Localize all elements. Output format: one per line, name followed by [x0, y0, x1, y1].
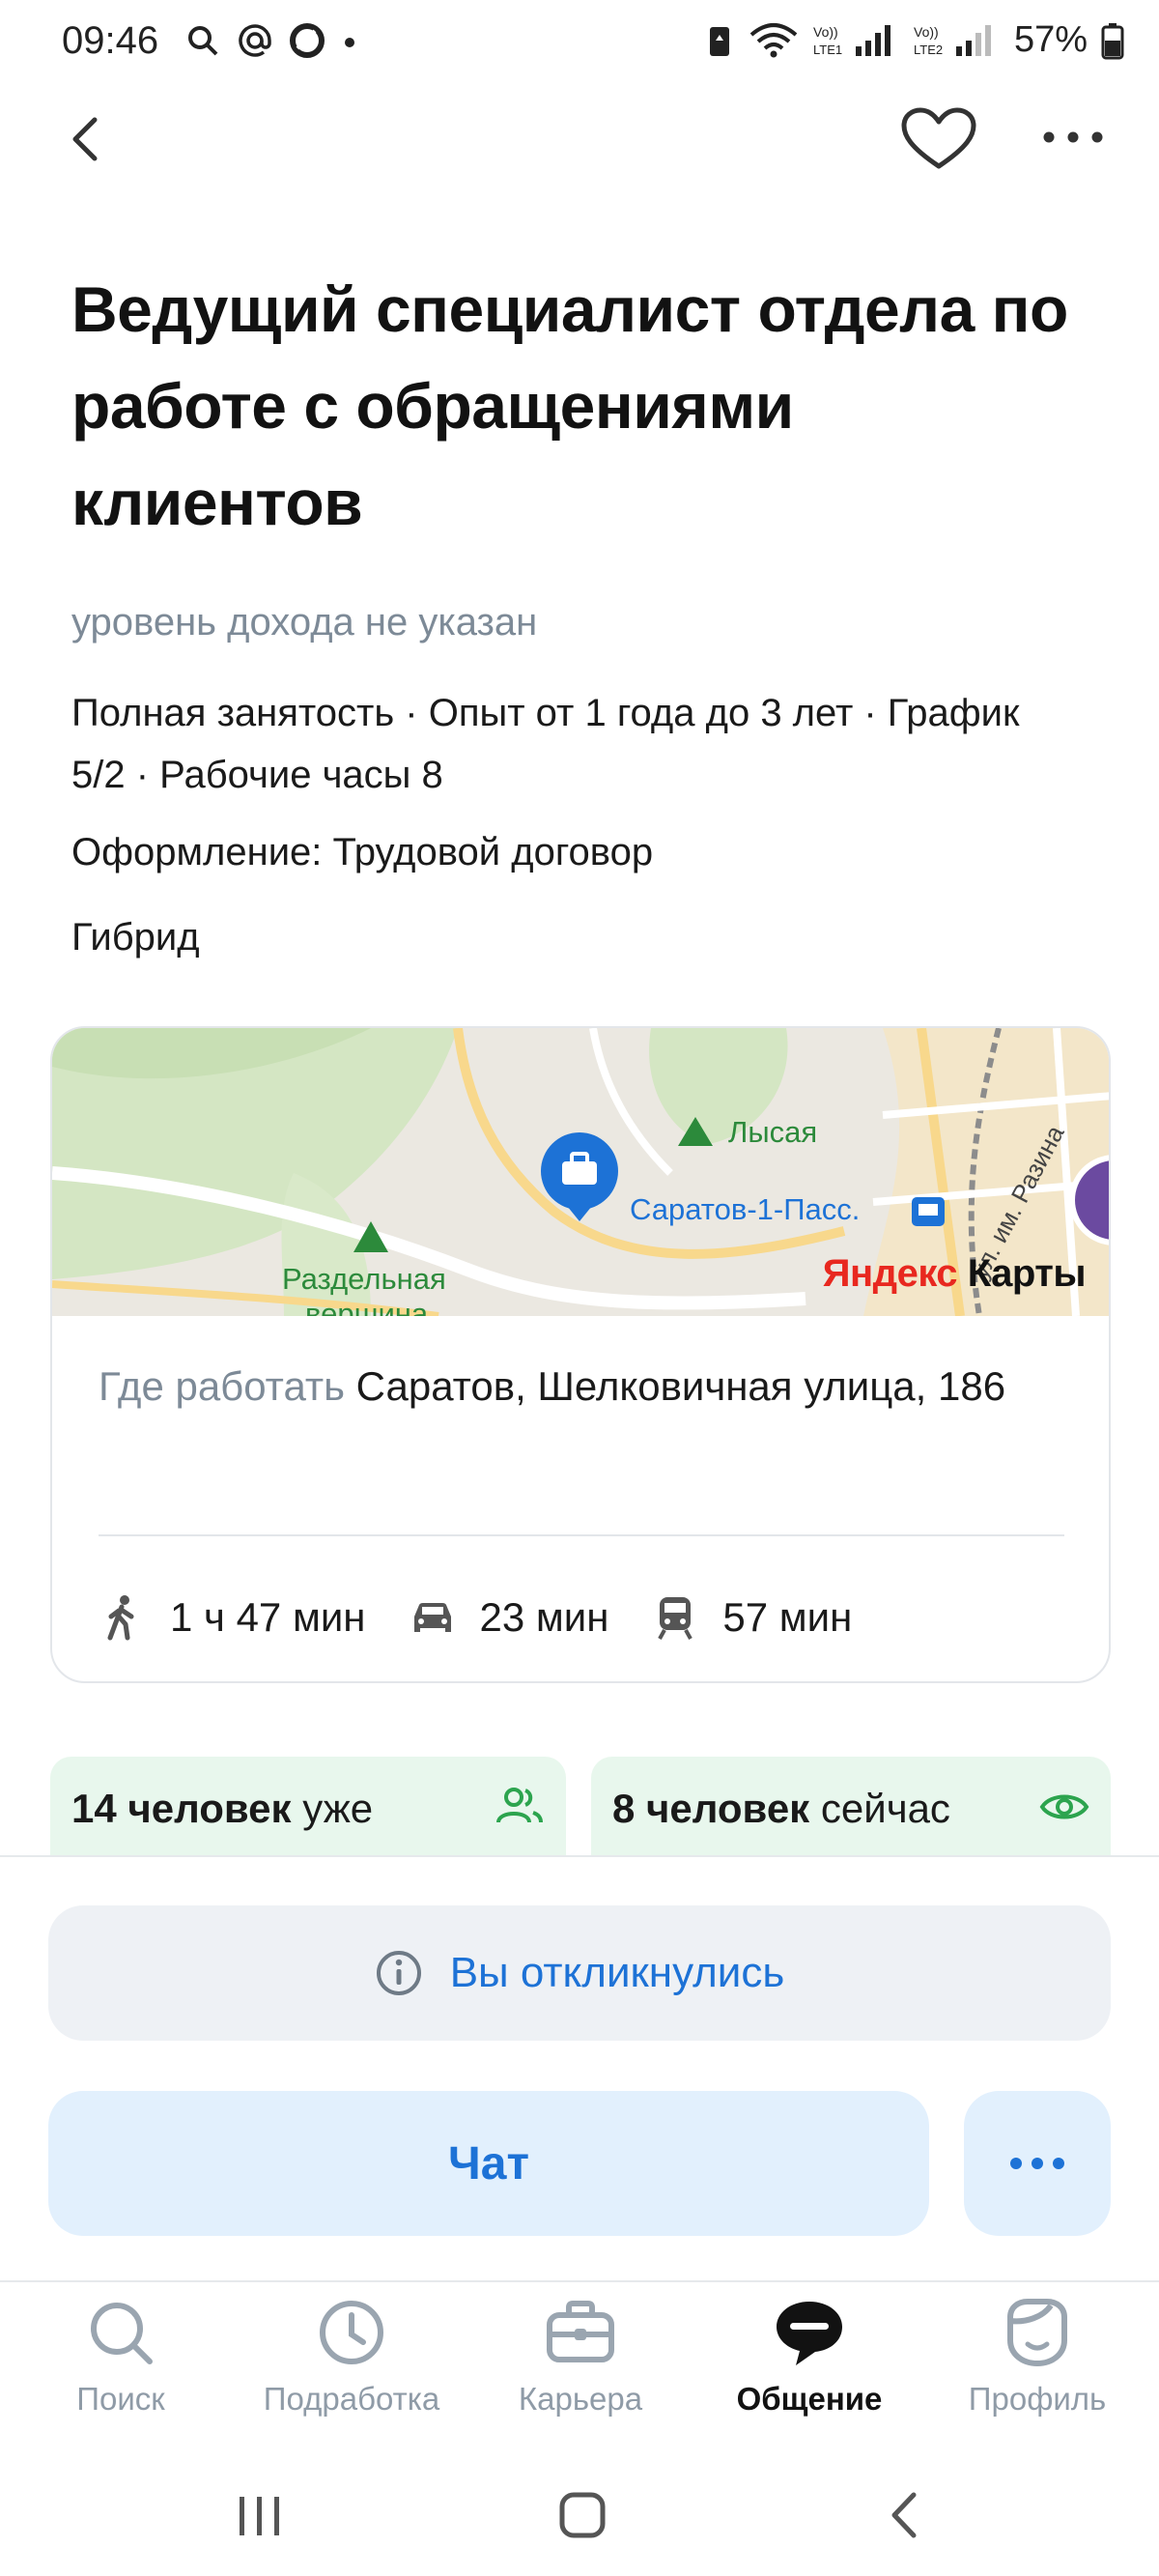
sync-app-icon	[290, 23, 325, 58]
yandex-logo-part2: Карты	[967, 1252, 1087, 1295]
applicants-suffix: уже	[302, 1786, 374, 1831]
info-icon	[376, 1951, 421, 1995]
battery-icon	[1101, 22, 1124, 59]
work-format: Гибрид	[71, 916, 200, 959]
car-icon	[413, 1603, 451, 1632]
top-nav	[0, 97, 1159, 184]
nav-label-side-jobs: Подработка	[263, 2381, 440, 2417]
train-icon	[658, 1597, 693, 1640]
address-value: Саратов, Шелковичная улица, 186	[355, 1363, 1006, 1409]
search-icon	[91, 2303, 153, 2364]
more-options-button[interactable]	[1039, 118, 1107, 157]
status-system-icons: Vo)) LTE1 Vo)) LTE2 57%	[705, 19, 1124, 61]
viewers-suffix: сейчас	[820, 1786, 950, 1831]
travel-times: 1 ч 47 мин 23 мин 57 мин	[99, 1589, 894, 1646]
recent-apps-icon[interactable]	[226, 2481, 294, 2549]
back-button[interactable]	[58, 110, 116, 168]
nav-item-profile[interactable]: Профиль	[931, 2296, 1144, 2441]
travel-walk: 1 ч 47 мин	[99, 1593, 409, 1642]
address-label: Где работать	[99, 1363, 345, 1409]
nav-item-career[interactable]: Карьера	[474, 2296, 687, 2441]
nav-label-messages: Общение	[736, 2381, 883, 2417]
battery-percent: 57%	[1013, 19, 1088, 60]
users-icon	[496, 1788, 543, 1823]
eye-icon	[1039, 1794, 1089, 1819]
divider	[99, 1534, 1064, 1536]
system-nav-bar	[0, 2454, 1159, 2576]
nav-label-search: Поиск	[76, 2381, 165, 2417]
more-horizontal-icon	[1010, 2158, 1064, 2169]
map-label-peak-2-line2: вершина	[305, 1297, 429, 1316]
walk-time: 1 ч 47 мин	[170, 1594, 366, 1640]
map-preview[interactable]: Лысая Раздельная вершина Саратов-1-Пасс.…	[52, 1028, 1109, 1316]
chat-button[interactable]: Чат	[48, 2091, 929, 2236]
signal-sim1-icon: Vo)) LTE1	[813, 24, 890, 57]
viewers-text: 8 человек сейчас	[612, 1786, 950, 1832]
applicants-text: 14 человек уже	[71, 1786, 373, 1832]
battery-saver-icon	[709, 26, 729, 56]
salary-text: уровень дохода не указан	[71, 601, 538, 644]
nav-label-profile: Профиль	[968, 2381, 1107, 2417]
at-sign-icon	[239, 24, 271, 57]
responded-button[interactable]: Вы откликнулись	[48, 1905, 1111, 2041]
viewers-count: 8 человек	[612, 1786, 810, 1831]
walking-icon	[107, 1595, 134, 1641]
status-bar: 09:46 Vo)) LTE1 Vo)) LTE2 57%	[0, 0, 1159, 87]
svg-text:LTE1: LTE1	[813, 43, 842, 57]
applicants-count: 14 человек	[71, 1786, 292, 1831]
briefcase-icon	[547, 2301, 614, 2362]
bottom-nav: Поиск Подработка Карьера Общение Профиль	[0, 2280, 1159, 2454]
map-label-peak: Лысая	[728, 1115, 818, 1149]
location-card[interactable]: Лысая Раздельная вершина Саратов-1-Пасс.…	[50, 1026, 1111, 1683]
nav-item-search[interactable]: Поиск	[14, 2296, 227, 2441]
work-address: Где работать Саратов, Шелковичная улица,…	[99, 1357, 1074, 1417]
search-notification-icon	[188, 26, 218, 56]
car-time: 23 мин	[479, 1594, 609, 1640]
travel-transit: 57 мин	[651, 1593, 894, 1642]
transit-time: 57 мин	[722, 1594, 853, 1640]
responded-label: Вы откликнулись	[449, 1949, 785, 1996]
action-panel: Вы откликнулись Чат	[0, 1855, 1159, 2280]
job-title: Ведущий специалист отдела по работе с об…	[71, 273, 1068, 538]
more-actions-button[interactable]	[964, 2091, 1111, 2236]
status-notification-icons	[184, 21, 359, 60]
svg-text:Vo)): Vo))	[914, 24, 939, 40]
favorite-button[interactable]	[900, 106, 977, 174]
job-details: Полная занятость · Опыт от 1 года до 3 л…	[71, 692, 1020, 796]
profile-icon	[1007, 2299, 1067, 2367]
status-time: 09:46	[62, 19, 159, 62]
nav-item-messages[interactable]: Общение	[703, 2296, 916, 2441]
signal-sim2-icon: Vo)) LTE2	[914, 24, 991, 57]
travel-car: 23 мин	[409, 1593, 652, 1642]
svg-text:Vo)): Vo))	[813, 24, 838, 40]
home-icon[interactable]	[549, 2481, 616, 2549]
wifi-icon	[749, 22, 798, 57]
contract-type: Оформление: Трудовой договор	[71, 831, 654, 873]
yandex-logo-part1: Яндекс	[822, 1252, 958, 1295]
map-label-peak-2: Раздельная	[282, 1262, 446, 1296]
clock-icon	[320, 2301, 383, 2364]
chat-icon	[777, 2302, 842, 2365]
yandex-maps-logo: Яндекс Карты	[822, 1252, 1087, 1296]
nav-item-side-jobs[interactable]: Подработка	[245, 2296, 458, 2441]
nav-label-career: Карьера	[518, 2381, 643, 2417]
svg-text:LTE2: LTE2	[914, 43, 943, 57]
chat-label: Чат	[448, 2137, 529, 2190]
dot-icon	[345, 38, 354, 47]
back-nav-icon[interactable]	[871, 2481, 939, 2549]
map-label-station: Саратов-1-Пасс.	[630, 1192, 861, 1226]
